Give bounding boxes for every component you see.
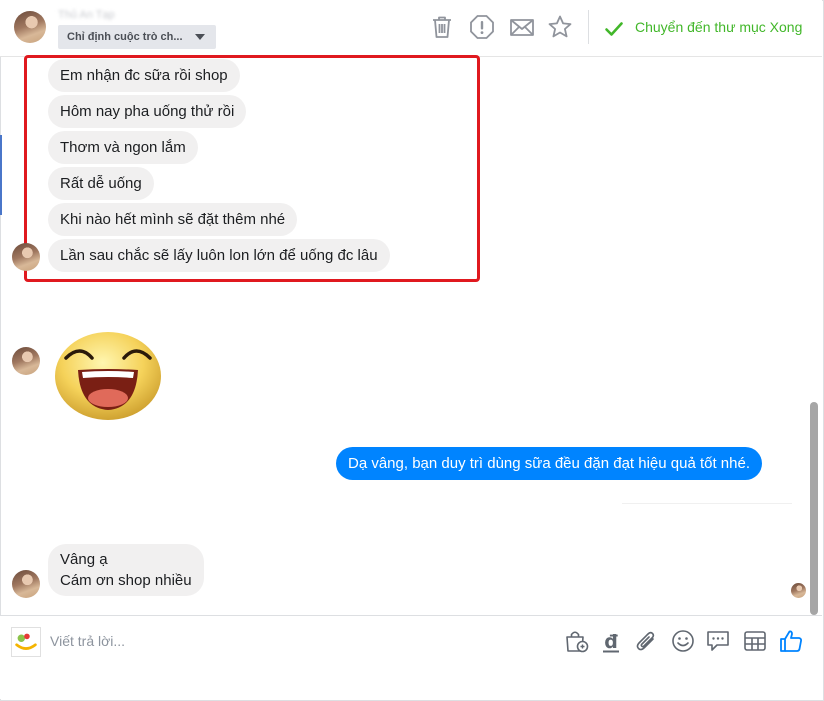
bottom-bar — [0, 672, 822, 699]
sender-avatar[interactable] — [12, 347, 40, 375]
conversation-header: Thủ An Tạp Chỉ định cuộc trò ch... Chuyể… — [0, 0, 822, 57]
header-divider — [588, 10, 589, 44]
sender-avatar[interactable] — [12, 570, 40, 598]
smiley-icon[interactable] — [670, 628, 696, 654]
left-edge-indicator — [0, 135, 2, 215]
check-icon — [605, 22, 623, 36]
message-bubble[interactable]: Thơm và ngon lắm — [48, 131, 198, 164]
message-bubble[interactable]: Vâng ạ Cám ơn shop nhiều — [48, 544, 204, 596]
seen-avatar — [791, 583, 806, 598]
like-icon[interactable] — [778, 628, 804, 654]
move-to-done-label: Chuyển đến thư mục Xong — [635, 19, 803, 35]
paperclip-icon[interactable] — [633, 628, 659, 654]
laughing-face-sticker[interactable] — [52, 322, 164, 422]
svg-text:đ: đ — [604, 631, 618, 653]
reply-input[interactable] — [50, 626, 530, 656]
message-bubble-outgoing[interactable]: Dạ vâng, bạn duy trì dùng sữa đều đặn đạ… — [336, 447, 763, 480]
contact-name[interactable]: Thủ An Tạp — [58, 9, 115, 21]
message-bubble[interactable]: Em nhận đc sữa rồi shop — [48, 59, 240, 92]
chat-bubble-icon[interactable] — [705, 628, 731, 654]
mail-icon[interactable] — [509, 14, 535, 40]
spam-icon[interactable] — [469, 14, 495, 40]
table-icon[interactable] — [742, 628, 768, 654]
reply-composer: đ — [0, 615, 822, 672]
store-bag-icon[interactable] — [563, 628, 589, 654]
assign-conversation-button[interactable]: Chỉ định cuộc trò ch... — [58, 25, 216, 49]
message-bubble[interactable]: Khi nào hết mình sẽ đặt thêm nhé — [48, 203, 298, 236]
message-line: Vâng ạ — [60, 551, 108, 568]
chevron-down-icon — [195, 34, 205, 40]
page-logo-icon — [11, 627, 41, 657]
dong-currency-icon[interactable]: đ — [598, 628, 624, 654]
message-line: Cám ơn shop nhiều — [60, 572, 192, 589]
message-bubble[interactable]: Rất dễ uống — [48, 167, 154, 200]
message-bubble[interactable]: Lần sau chắc sẽ lấy luôn lon lớn để uống… — [48, 239, 390, 272]
trash-icon[interactable] — [429, 14, 455, 40]
sender-avatar[interactable] — [12, 243, 40, 271]
assign-conversation-label: Chỉ định cuộc trò ch... — [67, 31, 183, 43]
message-bubble[interactable]: Hôm nay pha uống thử rồi — [48, 95, 247, 128]
scrollbar-thumb[interactable] — [810, 402, 818, 615]
faint-divider — [622, 503, 792, 504]
contact-avatar[interactable] — [14, 11, 46, 43]
star-icon[interactable] — [547, 14, 573, 40]
